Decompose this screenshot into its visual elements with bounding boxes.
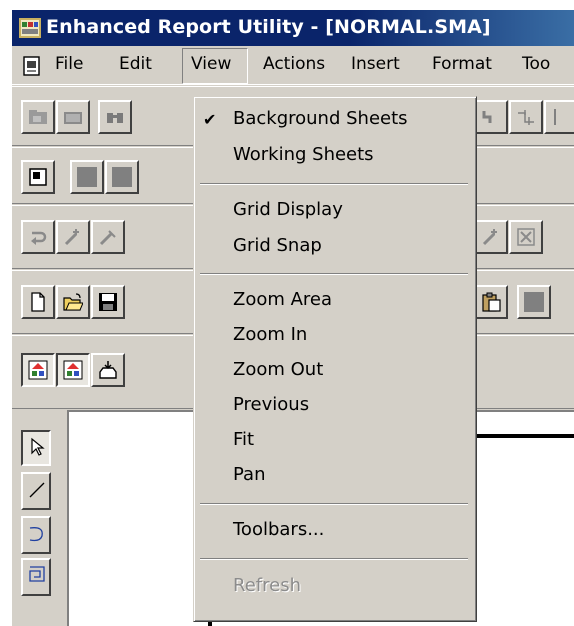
- menu-actions[interactable]: Actions: [263, 54, 325, 74]
- menu-item-zoom-out[interactable]: Zoom Out: [233, 359, 323, 380]
- line-tool-button[interactable]: [21, 472, 51, 510]
- menu-item-previous[interactable]: Previous: [233, 394, 309, 415]
- menu-item-refresh: Refresh: [233, 575, 301, 596]
- checkmark-icon: ✔: [203, 112, 217, 129]
- menu-format[interactable]: Format: [432, 54, 492, 74]
- paste-button[interactable]: [474, 285, 508, 319]
- folder-icon: [64, 112, 82, 124]
- menu-separator: [200, 558, 468, 560]
- group-view-button-2[interactable]: [56, 353, 90, 387]
- pointer-tool-button[interactable]: [21, 430, 51, 466]
- menu-item-zoom-area[interactable]: Zoom Area: [233, 289, 332, 310]
- document-icon[interactable]: [23, 56, 41, 76]
- open-button[interactable]: [56, 285, 90, 319]
- block-icon: [77, 167, 97, 187]
- save-button[interactable]: [91, 285, 125, 319]
- wand-minus-icon: [99, 230, 116, 246]
- menu-item-grid-snap[interactable]: Grid Snap: [233, 235, 322, 256]
- block-icon: [112, 167, 132, 187]
- grid-icon: [554, 109, 556, 125]
- floppy-disk-icon: [99, 293, 117, 311]
- menu-separator: [200, 503, 468, 505]
- apply-button[interactable]: [474, 220, 508, 254]
- block-icon: [524, 292, 544, 312]
- new-button[interactable]: [21, 285, 55, 319]
- find-button[interactable]: [98, 100, 132, 134]
- gray-block-button-3[interactable]: [517, 285, 551, 319]
- polyline-tool-button[interactable]: [21, 558, 51, 596]
- open-folder-button[interactable]: [21, 100, 55, 134]
- menu-tools[interactable]: Too: [522, 54, 550, 74]
- tree-icon: [28, 360, 48, 380]
- clear-button[interactable]: [509, 220, 543, 254]
- open-folder-icon: [63, 293, 83, 311]
- arc-icon: [29, 527, 43, 542]
- menu-item-background-sheets[interactable]: Background Sheets: [233, 108, 408, 129]
- menu-bar: File Edit View Actions Insert Format Too: [12, 48, 574, 85]
- arrow-cursor-icon: [31, 437, 45, 456]
- connect-button[interactable]: [509, 100, 543, 134]
- connector-icon: [518, 110, 534, 125]
- clipboard-icon: [482, 292, 501, 312]
- select-area-button[interactable]: [21, 160, 55, 194]
- wand-plus-icon: [64, 229, 79, 246]
- arc-tool-button[interactable]: [21, 516, 51, 554]
- erase-icon: [517, 228, 535, 246]
- menu-item-zoom-in[interactable]: Zoom In: [233, 324, 307, 345]
- title-bar[interactable]: Enhanced Report Utility - [NORMAL.SMA]: [12, 10, 574, 46]
- wand-plus-icon: [482, 229, 497, 246]
- menu-item-working-sheets[interactable]: Working Sheets: [233, 144, 374, 165]
- folder-icon: [29, 110, 47, 124]
- menu-item-grid-display[interactable]: Grid Display: [233, 199, 343, 220]
- menu-edit[interactable]: Edit: [119, 54, 152, 74]
- menu-insert[interactable]: Insert: [351, 54, 400, 74]
- menu-view[interactable]: View: [191, 54, 231, 74]
- gray-block-button[interactable]: [70, 160, 104, 194]
- gray-block-button-2[interactable]: [105, 160, 139, 194]
- menu-item-fit[interactable]: Fit: [233, 429, 254, 450]
- select-icon: [29, 168, 47, 186]
- more-button[interactable]: [544, 100, 574, 134]
- binoculars-icon: [107, 113, 123, 123]
- undo-icon: [31, 231, 47, 245]
- tray-button[interactable]: [91, 353, 125, 387]
- step-button[interactable]: [474, 100, 508, 134]
- group-view-button[interactable]: [21, 353, 55, 387]
- tree-icon: [63, 360, 83, 380]
- magic-add-button[interactable]: [56, 220, 90, 254]
- new-document-icon: [31, 292, 45, 312]
- undo-button[interactable]: [21, 220, 55, 254]
- app-icon: [19, 18, 41, 38]
- view-dropdown-menu: ✔ Background Sheets Working Sheets Grid …: [193, 96, 477, 622]
- polyline-icon: [29, 566, 45, 582]
- menu-file[interactable]: File: [55, 54, 83, 74]
- window-title: Enhanced Report Utility - [NORMAL.SMA]: [46, 16, 491, 38]
- tray-icon: [99, 361, 117, 379]
- menu-separator: [200, 273, 468, 275]
- menu-item-pan[interactable]: Pan: [233, 464, 265, 485]
- menu-separator: [200, 183, 468, 185]
- drawing-tools-panel: [12, 410, 67, 626]
- app-window: Enhanced Report Utility - [NORMAL.SMA] F…: [12, 10, 574, 626]
- magic-remove-button[interactable]: [91, 220, 125, 254]
- step-icon: [482, 111, 492, 123]
- menu-item-toolbars[interactable]: Toolbars...: [233, 519, 324, 540]
- folder-button[interactable]: [56, 100, 90, 134]
- line-icon: [29, 482, 45, 498]
